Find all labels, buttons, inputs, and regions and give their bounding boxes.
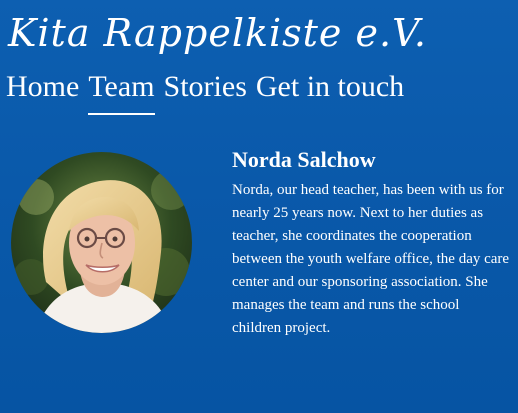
nav-get-in-touch[interactable]: Get in touch: [256, 66, 404, 112]
main-navigation: Home Team Stories Get in touch: [6, 66, 404, 115]
profile-name: Norda Salchow: [232, 147, 376, 172]
nav-stories[interactable]: Stories: [164, 66, 247, 112]
nav-team[interactable]: Team: [88, 66, 155, 115]
portrait-image: [11, 152, 192, 333]
nav-home[interactable]: Home: [6, 66, 79, 112]
site-logo[interactable]: Kita Rappelkiste e.V.: [8, 2, 508, 64]
profile-photo: [11, 152, 192, 333]
profile-bio: Norda, our head teacher, has been with u…: [232, 182, 510, 336]
